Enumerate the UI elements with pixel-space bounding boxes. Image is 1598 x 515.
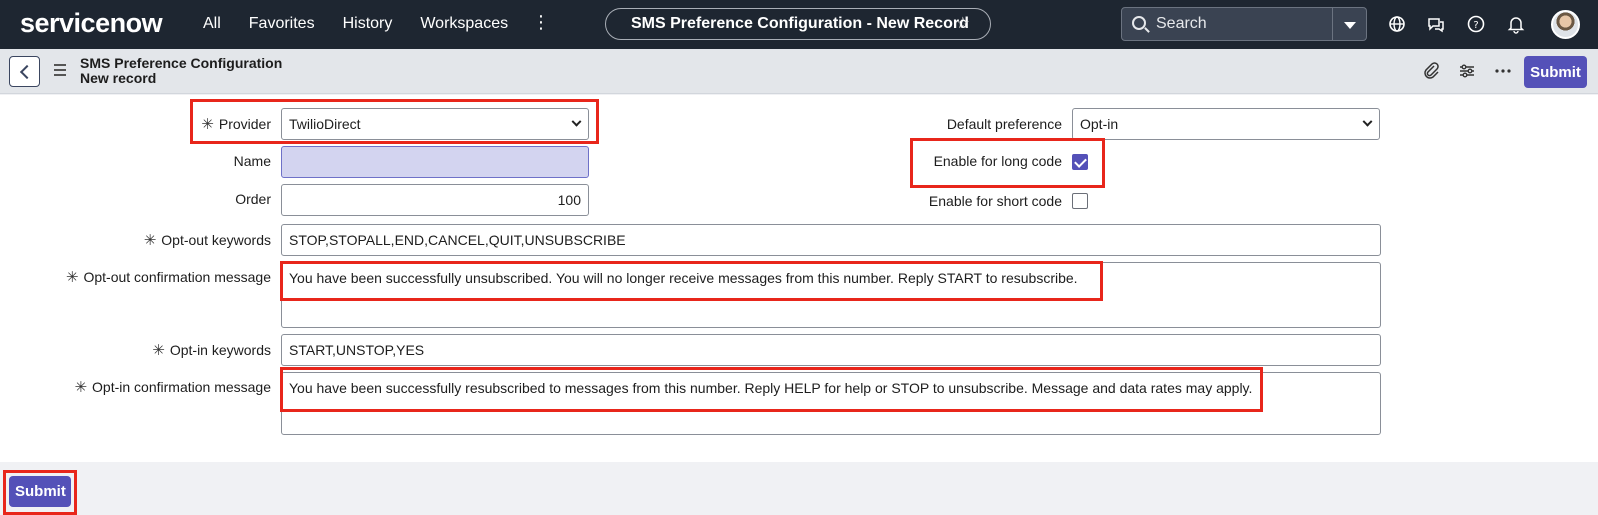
paperclip-icon[interactable] [1420, 60, 1442, 82]
provider-label-text: Provider [218, 116, 271, 132]
more-icon[interactable] [1492, 60, 1514, 82]
opt-in-message-label-text: Opt-in confirmation message [92, 379, 271, 395]
chevron-down-icon [571, 116, 582, 127]
provider-label: ✳ Provider [150, 115, 271, 134]
order-field[interactable]: 100 [281, 184, 589, 216]
provider-select[interactable]: TwilioDirect [281, 108, 589, 140]
opt-out-message-textarea[interactable]: You have been successfully unsubscribed.… [281, 262, 1381, 328]
opt-in-keywords-label-text: Opt-in keywords [169, 342, 271, 358]
menu-history[interactable]: History [343, 14, 393, 34]
opt-out-message-label: ✳ Opt-out confirmation message [40, 268, 271, 287]
default-preference-select[interactable]: Opt-in [1072, 108, 1380, 140]
opt-in-keywords-field[interactable]: START,UNSTOP,YES [281, 334, 1381, 366]
record-form: ✳ Provider TwilioDirect Name Order 100 De… [0, 95, 1598, 462]
required-icon: ✳ [65, 269, 79, 286]
opt-in-message-textarea[interactable]: You have been successfully resubscribed … [281, 372, 1381, 435]
main-menu: All Favorites History Workspaces [203, 14, 536, 34]
opt-out-keywords-field[interactable]: STOP,STOPALL,END,CANCEL,QUIT,UNSUBSCRIBE [281, 224, 1381, 256]
back-button[interactable] [9, 56, 40, 87]
more-menu-icon[interactable]: ⋮ [532, 12, 550, 33]
logo-text: servicenow [20, 8, 163, 38]
default-preference-value: Opt-in [1080, 116, 1119, 132]
settings-sliders-icon[interactable] [1456, 60, 1478, 82]
menu-all[interactable]: All [203, 14, 221, 34]
enable-long-code-checkbox[interactable] [1072, 154, 1088, 170]
enable-long-code-label: Enable for long code [933, 153, 1062, 169]
form-title-record: New record [80, 70, 157, 86]
servicenow-logo[interactable]: servicenow [20, 8, 163, 38]
search-scope-dropdown[interactable] [1333, 7, 1367, 41]
name-field[interactable] [281, 146, 589, 178]
top-navigation-bar: servicenow All Favorites History Workspa… [0, 0, 1598, 49]
context-menu-icon[interactable] [54, 64, 66, 76]
svg-text:?: ? [1473, 20, 1478, 31]
footer-submit-button[interactable]: Submit [9, 476, 71, 507]
opt-out-message-label-text: Opt-out confirmation message [83, 269, 271, 285]
record-title: SMS Preference Configuration - New Recor… [631, 15, 969, 32]
order-label: Order [235, 191, 271, 207]
opt-in-message-label: ✳ Opt-in confirmation message [40, 378, 271, 397]
record-title-pill[interactable]: SMS Preference Configuration - New Recor… [605, 8, 991, 40]
favorite-star-icon[interactable]: ☆ [956, 9, 970, 39]
form-title-table: SMS Preference Configuration [80, 55, 283, 71]
search-placeholder: Search [1156, 15, 1207, 32]
required-icon: ✳ [201, 116, 214, 133]
default-preference-label: Default preference [946, 116, 1062, 132]
header-submit-button[interactable]: Submit [1524, 56, 1587, 88]
globe-icon[interactable] [1386, 13, 1408, 35]
menu-workspaces[interactable]: Workspaces [420, 14, 508, 34]
opt-out-keywords-label-text: Opt-out keywords [161, 232, 271, 248]
enable-short-code-label: Enable for short code [928, 193, 1062, 209]
provider-value: TwilioDirect [289, 116, 361, 132]
required-icon: ✳ [74, 379, 88, 396]
required-icon: ✳ [152, 342, 165, 359]
search-icon [1132, 16, 1146, 30]
opt-in-keywords-label: ✳ Opt-in keywords [60, 341, 271, 360]
global-search-input[interactable]: Search [1121, 7, 1333, 41]
help-icon[interactable]: ? [1465, 13, 1487, 35]
opt-out-keywords-label: ✳ Opt-out keywords [60, 231, 271, 250]
form-header: SMS Preference Configuration New record [0, 49, 1598, 94]
chevron-down-icon [1362, 116, 1373, 127]
form-title: SMS Preference Configuration New record [80, 56, 282, 86]
enable-short-code-checkbox[interactable] [1072, 193, 1088, 209]
bell-icon[interactable] [1505, 13, 1527, 35]
menu-favorites[interactable]: Favorites [249, 14, 315, 34]
required-icon: ✳ [143, 232, 157, 249]
name-label: Name [233, 153, 271, 169]
user-avatar[interactable] [1551, 10, 1580, 39]
chat-icon[interactable] [1425, 13, 1447, 35]
